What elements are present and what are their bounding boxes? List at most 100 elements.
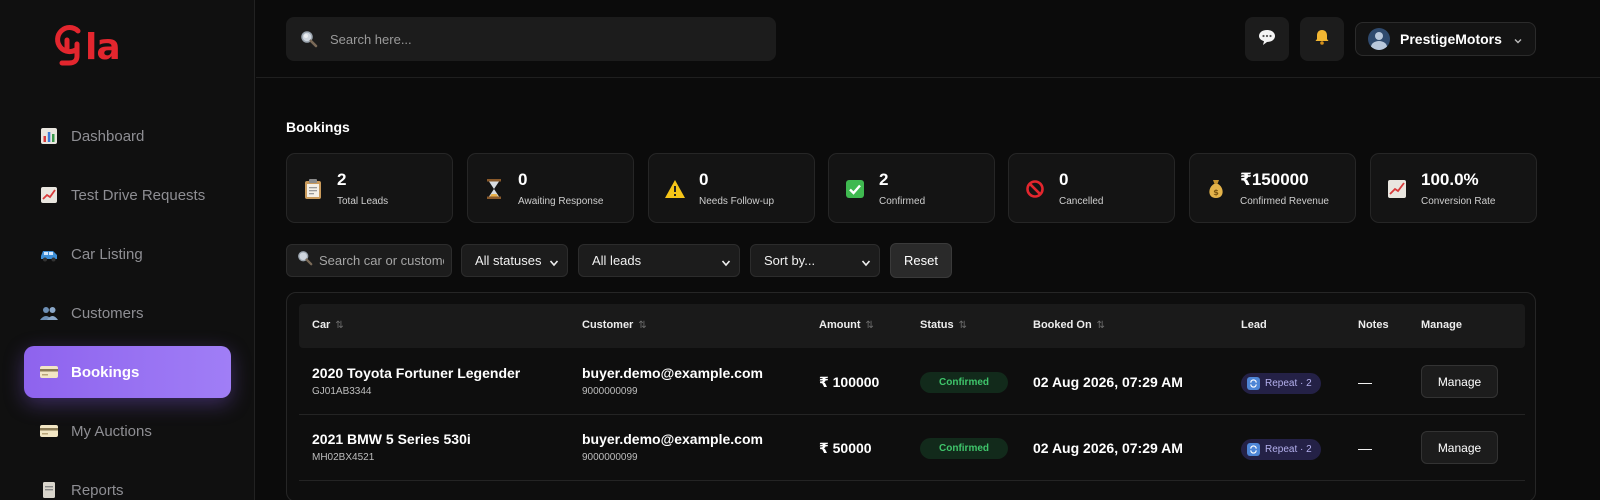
stat-label: Total Leads [337,196,389,207]
manage-button[interactable]: Manage [1421,365,1498,398]
money-bag-icon: $ [1205,178,1227,200]
column-header-customer[interactable]: Customer ⇅ [582,319,647,331]
stat-card-total-leads: 2 Total Leads [286,153,453,223]
status-cell: Confirmed [920,438,1008,459]
table-header: Car ⇅ Customer ⇅ Amount ⇅ Status ⇅ Booked On… [299,304,1525,348]
stat-card-awaiting-response: 0 Awaiting Response [467,153,634,223]
column-header-amount[interactable]: Amount ⇅ [819,319,874,331]
sidebar-item-bookings[interactable]: Bookings [24,346,231,398]
chevron-down-icon [549,256,559,271]
lead-label: Repeat · 2 [1265,444,1312,455]
repeat-icon [1247,443,1260,456]
lead-label: Repeat · 2 [1265,378,1312,389]
car-name: 2021 BMW 5 Series 530i [312,431,471,447]
amount: ₹ 50000 [819,440,872,456]
svg-text:$: $ [1213,188,1219,197]
manage-button[interactable]: Manage [1421,431,1498,464]
sidebar-item-label: Bookings [71,363,140,381]
sidebar-item-car-listing[interactable]: Car Listing [24,228,231,280]
lead-cell: Repeat · 2 [1241,373,1321,394]
table-row: 2020 Toyota Fortuner Legender GJ01AB3344… [299,349,1525,415]
stat-label: Awaiting Response [518,196,604,207]
warning-icon [664,178,686,200]
sidebar-item-test-drive-requests[interactable]: Test Drive Requests [24,169,231,221]
sort-icon: ⇅ [865,319,874,331]
sort-icon: ⇅ [958,319,968,331]
chevron-down-icon [861,256,871,271]
stat-card-conversion-rate: 100.0% Conversion Rate [1370,153,1537,223]
column-header-notes: Notes [1358,319,1389,331]
booking-search[interactable] [286,244,452,277]
status-filter-select[interactable]: All statuses [461,244,568,277]
card-icon [39,421,59,441]
column-header-lead: Lead [1241,319,1267,331]
stat-label: Confirmed Revenue [1240,196,1329,207]
status-filter-value: All statuses [475,253,542,268]
stat-label: Conversion Rate [1421,196,1496,207]
amount: ₹ 100000 [819,374,880,390]
lead-filter-value: All leads [592,253,642,268]
manage-cell: Manage [1421,365,1498,398]
column-header-booked-on[interactable]: Booked On ⇅ [1033,319,1105,331]
notes: — [1358,374,1372,390]
column-label: Lead [1241,319,1267,331]
car-name: 2020 Toyota Fortuner Legender [312,365,521,381]
customer-phone: 9000000099 [582,386,638,397]
stat-label: Cancelled [1059,196,1104,207]
user-name: PrestigeMotors [1400,31,1502,47]
prohibited-icon [1024,178,1046,200]
chat-bubble-icon [1257,28,1277,51]
booking-search-input[interactable] [319,253,444,268]
global-search-input[interactable] [330,31,750,47]
sidebar-item-dashboard[interactable]: Dashboard [24,110,231,162]
sidebar-item-my-auctions[interactable]: My Auctions [24,405,231,457]
trend-chart-icon [1386,178,1408,200]
manage-cell: Manage [1421,431,1498,464]
sidebar-item-label: Customers [71,304,144,322]
stat-label: Needs Follow-up [699,196,775,207]
stat-label: Confirmed [879,196,926,207]
sidebar-item-customers[interactable]: Customers [24,287,231,339]
sort-icon: ⇅ [638,319,647,331]
brand-logo-mark [55,25,81,66]
sort-select[interactable]: Sort by... [750,244,880,277]
stat-card-needs-follow-up: 0 Needs Follow-up [648,153,815,223]
user-menu[interactable]: PrestigeMotors [1355,22,1536,56]
sort-icon: ⇅ [335,319,344,331]
status-badge: Confirmed [920,372,1008,393]
stat-value: 100.0% [1421,170,1479,189]
reset-button[interactable]: Reset [890,243,952,278]
chevron-down-icon [721,256,731,271]
bookings-table: Car ⇅ Customer ⇅ Amount ⇅ Status ⇅ Booked On… [286,292,1536,500]
lead-filter-select[interactable]: All leads [578,244,740,277]
stat-value: 0 [1059,170,1069,189]
customer-cell: buyer.demo@example.com 9000000099 [582,431,763,463]
page-title: Bookings [286,119,350,135]
booked-on: 02 Aug 2026, 07:29 AM [1033,440,1183,456]
column-header-manage: Manage [1421,319,1462,331]
column-label: Status [920,319,954,331]
global-search[interactable] [286,17,776,61]
stat-card-confirmed-revenue: $ ₹150000 Confirmed Revenue [1189,153,1356,223]
notifications-button[interactable] [1300,17,1344,61]
column-label: Booked On [1033,319,1092,331]
messages-button[interactable] [1245,17,1289,61]
stat-value: 0 [699,170,709,189]
brand-logo[interactable]: la [50,22,121,66]
sidebar-item-label: Car Listing [71,245,143,263]
search-icon [300,30,318,48]
card-icon [39,362,59,382]
status-cell: Confirmed [920,372,1008,393]
car-plate: MH02BX4521 [312,452,375,463]
column-header-status[interactable]: Status ⇅ [920,319,967,331]
column-label: Car [312,319,331,331]
sidebar-item-label: Reports [71,481,124,499]
car-cell: 2020 Toyota Fortuner Legender GJ01AB3344 [312,365,520,397]
customer-email: buyer.demo@example.com [582,431,763,447]
column-header-car[interactable]: Car ⇅ [312,319,344,331]
trend-chart-icon [39,185,59,205]
sidebar-item-reports[interactable]: Reports [24,464,231,500]
hourglass-icon [483,178,505,200]
booked-on: 02 Aug 2026, 07:29 AM [1033,374,1183,390]
stat-card-confirmed: 2 Confirmed [828,153,995,223]
